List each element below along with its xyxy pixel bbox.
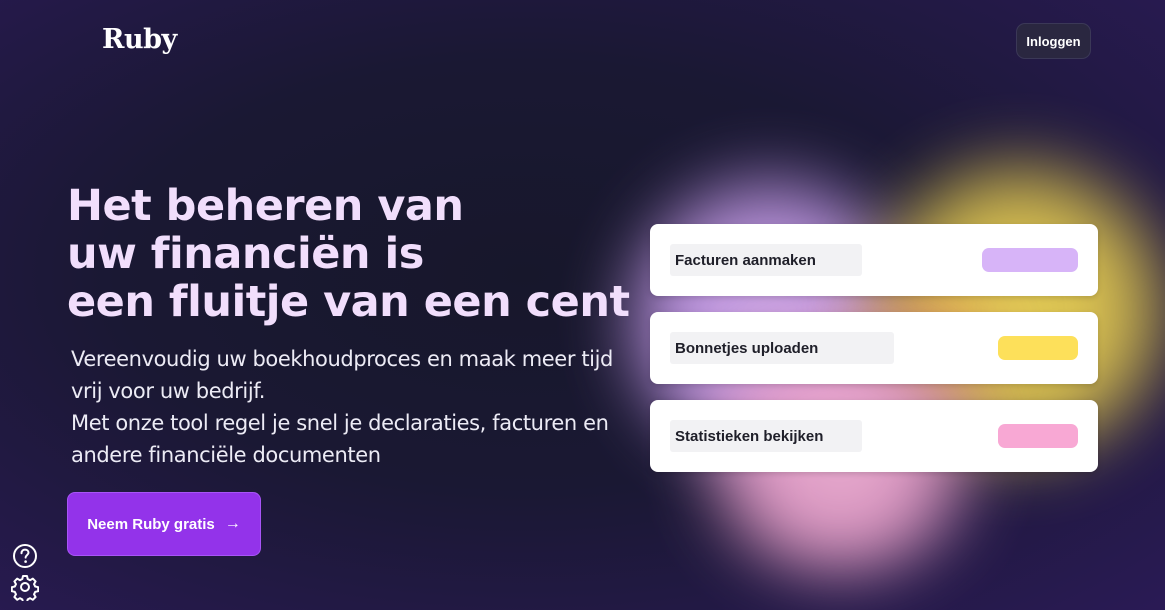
arrow-right-icon: →: [224, 515, 241, 532]
hero-title: Het beheren van uw financiën is een flui…: [67, 182, 630, 326]
cta-label: Neem Ruby gratis: [87, 515, 215, 533]
hero-subtitle: Vereenvoudig uw boekhoudproces en maak m…: [71, 343, 631, 471]
feature-card-label: Bonnetjes uploaden: [670, 332, 894, 364]
feature-card-statistics[interactable]: Statistieken bekijken: [650, 400, 1098, 472]
hero-subtitle-line-3: Met onze tool regel je snel je declarati…: [71, 411, 609, 435]
hero-subtitle-line-1: Vereenvoudig uw boekhoudproces en maak m…: [71, 347, 613, 371]
login-button[interactable]: Inloggen: [1016, 23, 1091, 59]
feature-card-invoices[interactable]: Facturen aanmaken: [650, 224, 1098, 296]
hero-subtitle-line-4: andere financiële documenten: [71, 443, 381, 467]
hero-title-line-1: Het beheren van: [67, 181, 464, 231]
feature-color-pill: [998, 424, 1078, 448]
hero-title-line-2: uw financiën is: [67, 229, 424, 279]
get-started-button[interactable]: Neem Ruby gratis →: [67, 492, 261, 556]
feature-card-receipts[interactable]: Bonnetjes uploaden: [650, 312, 1098, 384]
help-icon[interactable]: [11, 542, 39, 570]
feature-card-label: Facturen aanmaken: [670, 244, 862, 276]
hero-subtitle-line-2: vrij voor uw bedrijf.: [71, 379, 266, 403]
feature-card-label: Statistieken bekijken: [670, 420, 862, 452]
logo[interactable]: Ruby: [102, 24, 177, 55]
hero-title-line-3: een fluitje van een cent: [67, 277, 630, 327]
feature-color-pill: [982, 248, 1078, 272]
settings-icon[interactable]: [11, 573, 39, 601]
feature-color-pill: [998, 336, 1078, 360]
